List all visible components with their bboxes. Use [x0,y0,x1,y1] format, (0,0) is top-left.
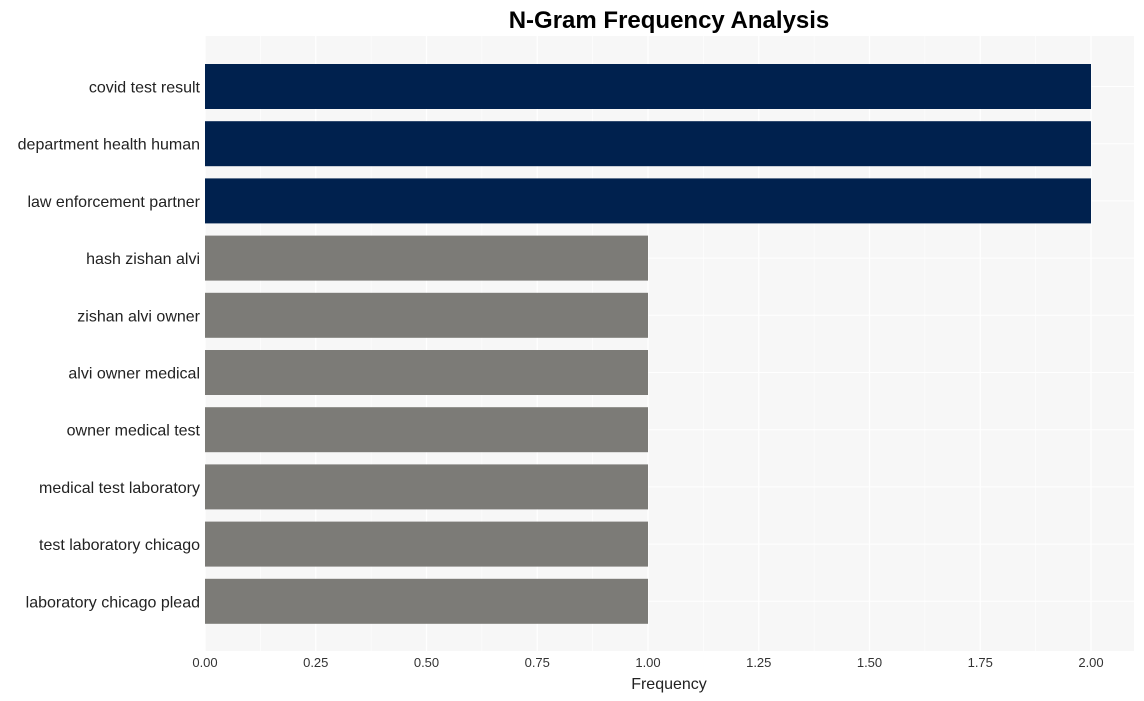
bar [205,350,648,395]
x-tick-label: 1.75 [968,655,993,670]
category-label: hash zishan alvi [86,251,200,268]
category-label: covid test result [89,80,201,97]
bar [205,464,648,510]
category-label: owner medical test [67,423,201,440]
x-tick-label: 1.50 [857,655,882,670]
bar [205,64,1091,109]
bar [205,235,648,281]
bar [205,292,648,338]
bar [205,521,648,567]
x-tick-label: 2.00 [1078,655,1103,670]
x-axis-ticks: 0.00 0.25 0.50 0.75 1.00 1.25 1.50 1.75 2.00 [192,655,1103,670]
x-tick-label: 0.75 [525,655,550,670]
category-label: zishan alvi owner [77,308,200,325]
bar [205,407,648,453]
category-label: alvi owner medical [68,366,200,383]
x-tick-label: 1.00 [635,655,660,670]
category-label: medical test laboratory [39,480,200,497]
ngram-chart: covid test result department health human… [18,7,1134,693]
category-label: laboratory chicago plead [26,594,200,611]
bar [205,578,648,624]
category-label: test laboratory chicago [39,537,200,554]
category-label: law enforcement partner [27,194,200,211]
x-axis-label: Frequency [631,676,707,693]
x-tick-label: 0.00 [192,655,217,670]
bar [205,121,1091,167]
x-tick-label: 1.25 [746,655,771,670]
x-tick-label: 0.50 [414,655,439,670]
bar [205,178,1091,224]
x-tick-label: 0.25 [303,655,328,670]
category-label: department health human [18,137,200,154]
y-axis-labels: covid test result department health human… [18,80,201,612]
chart-title: N-Gram Frequency Analysis [509,7,830,34]
